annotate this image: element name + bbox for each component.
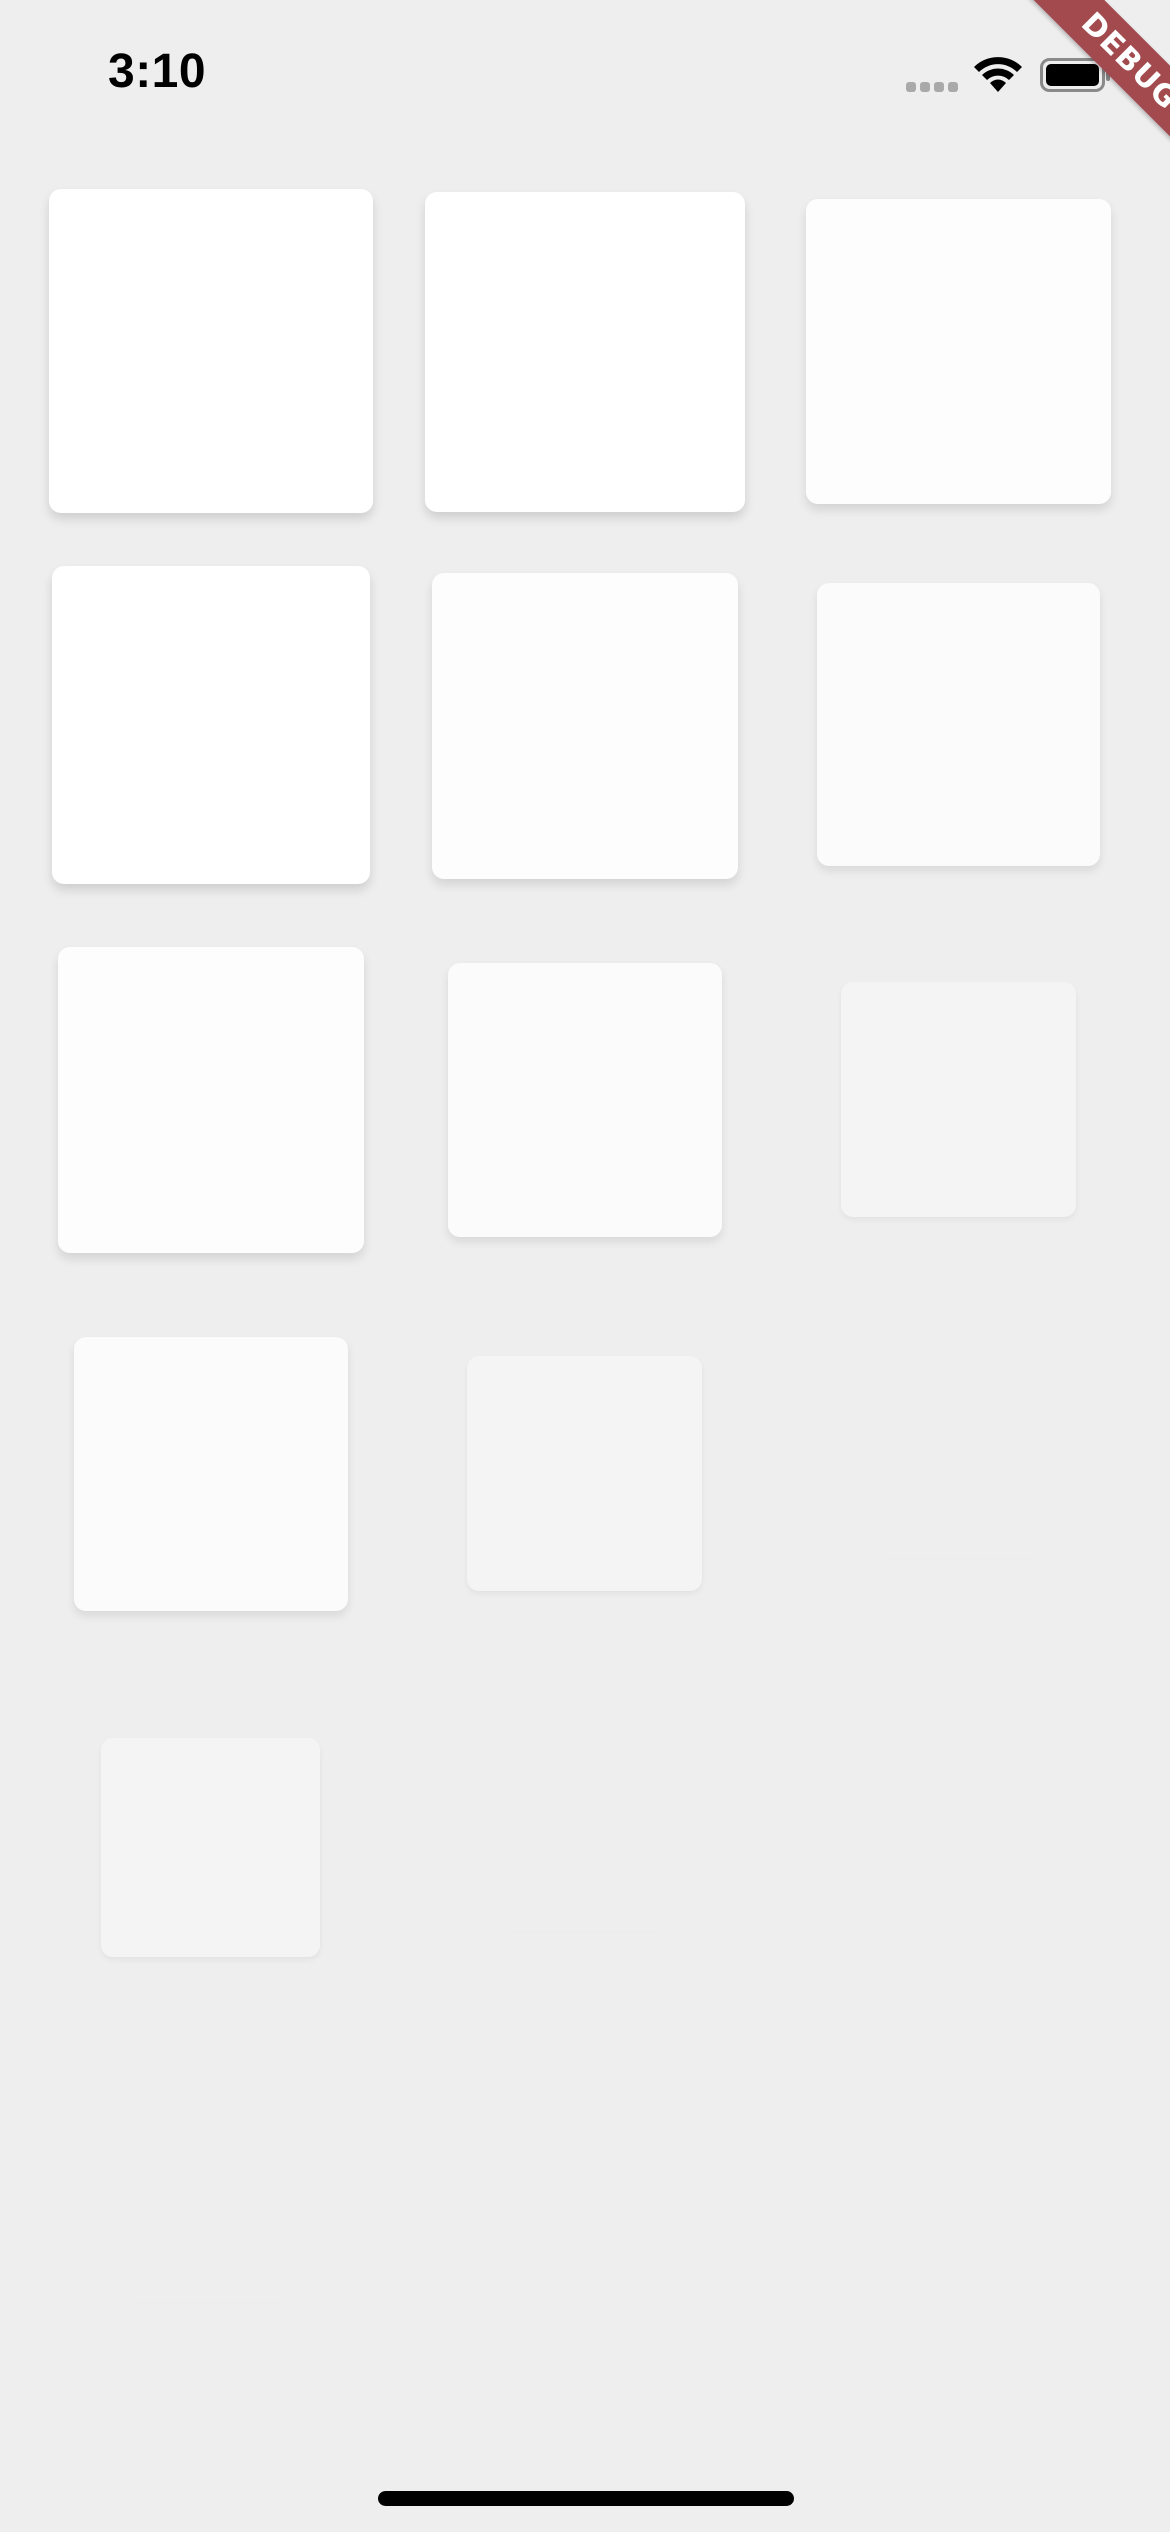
grid-card[interactable] xyxy=(497,1756,672,1931)
grid-card[interactable] xyxy=(841,982,1076,1217)
card-grid xyxy=(0,0,1170,2532)
app-screen: 3:10 DEBUG xyxy=(0,0,1170,2532)
grid-card[interactable] xyxy=(432,573,738,879)
grid-card[interactable] xyxy=(49,189,373,513)
grid-card[interactable] xyxy=(448,963,722,1237)
grid-card[interactable] xyxy=(467,1356,702,1591)
grid-card[interactable] xyxy=(817,583,1100,866)
grid-card[interactable] xyxy=(806,199,1111,504)
grid-card[interactable] xyxy=(122,2127,297,2302)
grid-card[interactable] xyxy=(52,566,370,884)
home-indicator[interactable] xyxy=(378,2491,794,2506)
grid-card[interactable] xyxy=(870,1383,1045,1558)
grid-card[interactable] xyxy=(58,947,364,1253)
grid-card[interactable] xyxy=(101,1738,320,1957)
grid-card[interactable] xyxy=(425,192,745,512)
grid-card[interactable] xyxy=(74,1337,348,1611)
